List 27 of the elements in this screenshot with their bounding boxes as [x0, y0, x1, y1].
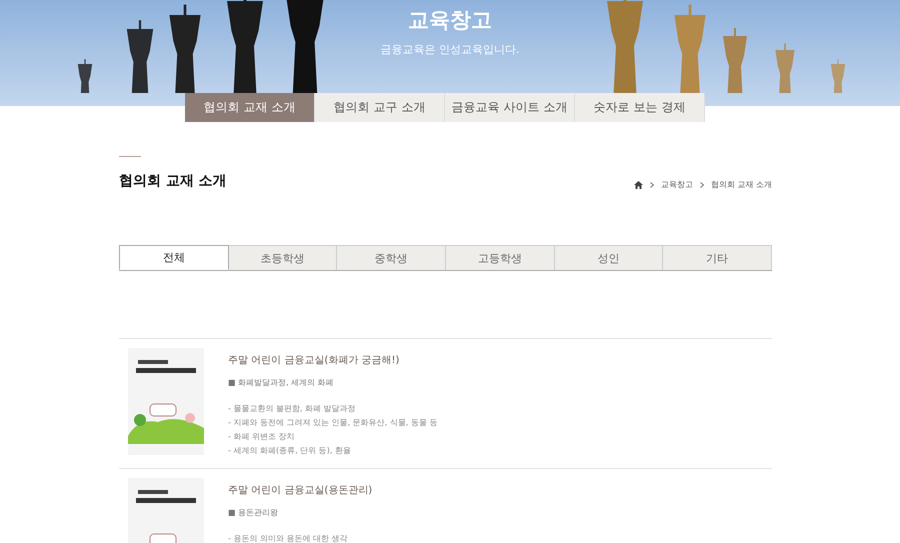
item-topic: ■ 용돈관리왕: [228, 507, 280, 518]
nav-tab[interactable]: 숫자로 보는 경제: [575, 93, 705, 122]
filter-tab[interactable]: 전체: [119, 245, 229, 270]
breadcrumb-link[interactable]: 협의회 교재 소개: [710, 179, 772, 190]
nav-tab[interactable]: 협의회 교재 소개: [185, 93, 315, 122]
banner-title: 교육창고: [408, 7, 492, 34]
nav-tab[interactable]: 금융교육 사이트 소개: [445, 93, 575, 122]
item-title[interactable]: 주말 어린이 금융교실(화폐가 궁금해!): [228, 353, 438, 367]
filter-tab[interactable]: 고등학생: [446, 245, 555, 270]
breadcrumb-link[interactable]: 교육창고: [660, 179, 693, 190]
item-detail: - 화폐 위변조 장치: [228, 431, 296, 443]
item-detail: - 물물교환의 불편함, 화폐 발달과정: [228, 403, 357, 415]
item-detail: - 지폐와 동전에 그려져 있는 인물, 문화유산, 식물, 동물 등: [228, 417, 438, 429]
home-icon[interactable]: [634, 180, 643, 188]
chevron-icon: [650, 182, 654, 188]
filter-tab[interactable]: 초등학생: [228, 245, 338, 270]
item-detail: - 용돈의 의미와 용돈에 대한 생각: [228, 533, 349, 543]
filter-tab[interactable]: 중학생: [337, 245, 446, 270]
chevron-icon: [700, 182, 704, 188]
item-detail: - 세계의 화폐(종류, 단위 등), 환율: [228, 445, 352, 457]
banner-subtitle: 금융교육은 인성교육입니다.: [380, 42, 520, 57]
nav-tab[interactable]: 협의회 교구 소개: [315, 93, 445, 122]
filter-tab[interactable]: 기타: [663, 245, 772, 270]
page-title: 협의회 교재 소개: [119, 172, 227, 190]
filter-tab[interactable]: 성인: [554, 245, 664, 270]
item-topic: ■ 화폐발달과정, 세계의 화폐: [228, 377, 335, 388]
item-title[interactable]: 주말 어린이 금융교실(용돈관리): [228, 483, 372, 497]
